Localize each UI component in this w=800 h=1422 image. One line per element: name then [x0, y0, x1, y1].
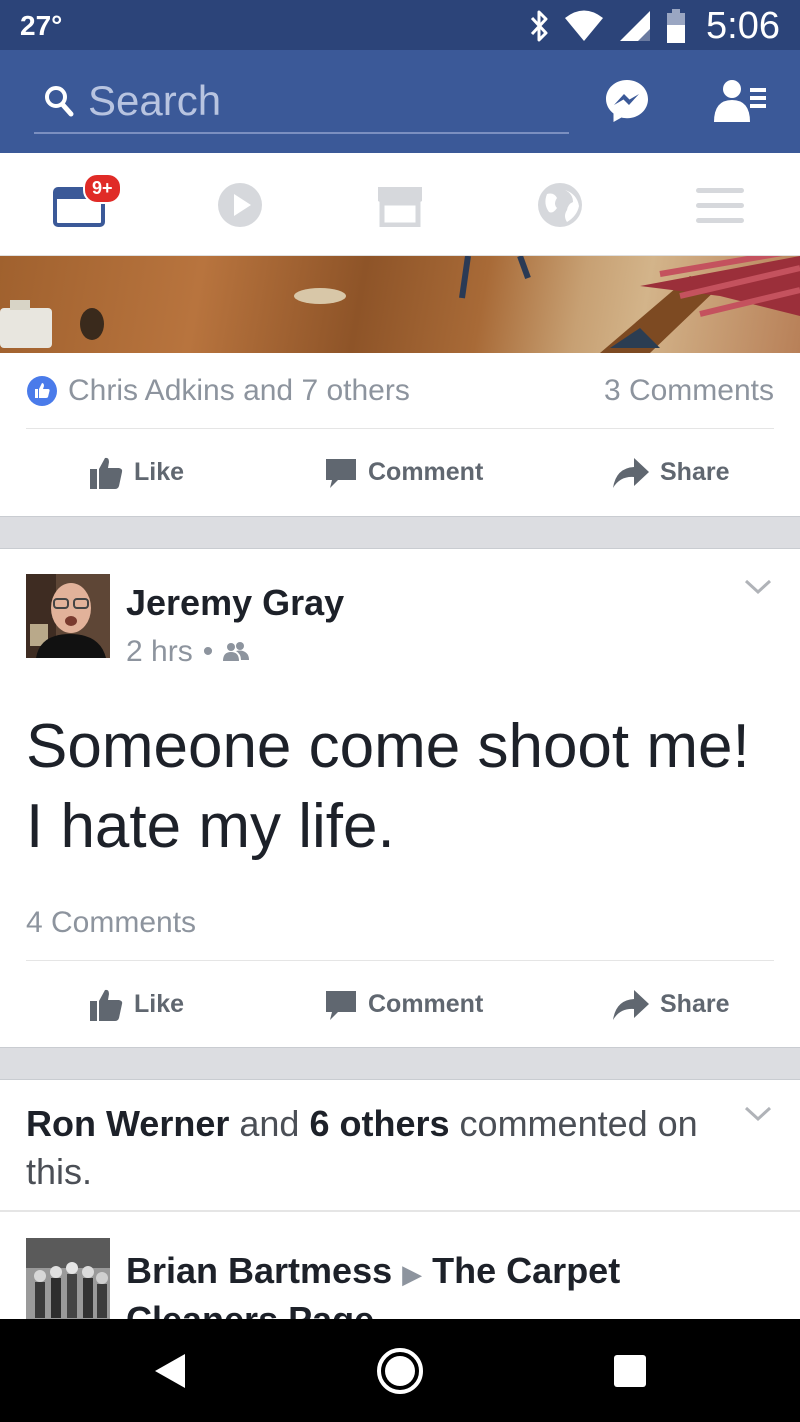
chevron-down-icon[interactable] [744, 1104, 772, 1124]
recents-square-icon [614, 1354, 646, 1387]
tab-video[interactable] [160, 153, 320, 256]
comments-count[interactable]: 3 Comments [604, 374, 774, 408]
avatar-image [26, 1238, 110, 1319]
reactions-summary[interactable]: Chris Adkins and 7 others [26, 374, 410, 408]
status-icons: 5:06 [528, 4, 780, 48]
post-meta: 4 Comments [26, 885, 774, 961]
like-label: Like [134, 990, 185, 1018]
author-name[interactable]: Jeremy Gray [126, 582, 344, 624]
thumbs-up-icon [90, 989, 123, 1021]
story-connector: and [239, 1103, 300, 1144]
like-button[interactable]: Like [88, 962, 184, 1047]
search-icon [45, 86, 74, 117]
author-avatar[interactable] [26, 574, 110, 658]
home-circle-icon [377, 1347, 423, 1394]
comment-button[interactable]: Comment [324, 962, 483, 1047]
reactions-text: Chris Adkins and 7 others [68, 373, 410, 407]
friend-requests-icon[interactable] [712, 78, 768, 124]
recents-button[interactable] [570, 1319, 690, 1422]
comment-label: Comment [368, 458, 484, 486]
friends-audience-icon [223, 642, 250, 661]
like-label: Like [134, 458, 185, 486]
post-actions: Like Comment Share [0, 430, 800, 515]
activity-story[interactable]: Ron Werner and 6 others commented on thi… [26, 1100, 716, 1196]
share-button[interactable]: Share [612, 430, 729, 515]
wifi-icon [565, 10, 604, 41]
share-arrow-icon [613, 457, 649, 488]
status-bar: 27° 5:06 [0, 0, 800, 50]
hamburger-menu-icon [696, 187, 744, 223]
back-triangle-icon [155, 1353, 185, 1388]
messenger-icon[interactable] [604, 78, 650, 124]
thumbs-up-icon [90, 457, 123, 489]
tab-marketplace[interactable] [320, 153, 480, 256]
search-bar[interactable] [34, 70, 569, 134]
dot-separator: • [202, 635, 214, 668]
comment-icon [326, 990, 356, 1020]
home-button[interactable] [340, 1319, 460, 1422]
marketplace-icon [378, 186, 422, 227]
back-button[interactable] [110, 1319, 230, 1422]
status-time: 5:06 [706, 4, 780, 47]
chevron-down-icon[interactable] [744, 577, 772, 597]
cell-signal-icon [620, 11, 651, 41]
avatar-image [26, 574, 110, 658]
like-button[interactable]: Like [88, 430, 184, 515]
comment-button[interactable]: Comment [324, 430, 483, 515]
others-count: 6 others [309, 1103, 450, 1144]
post-card-3: Ron Werner and 6 others commented on thi… [0, 1080, 800, 1319]
post-actions: Like Comment Share [0, 962, 800, 1047]
author-name[interactable]: Brian Bartmess [126, 1250, 392, 1291]
play-icon [218, 182, 262, 227]
feed-separator [0, 516, 800, 549]
tab-notifications[interactable] [480, 153, 640, 256]
feed-separator [0, 1047, 800, 1080]
post-photo[interactable] [0, 256, 800, 353]
globe-icon [538, 182, 582, 227]
share-label: Share [660, 990, 730, 1018]
like-reaction-icon [27, 375, 57, 406]
author-avatar[interactable] [26, 1238, 110, 1319]
system-nav-bar [0, 1319, 800, 1422]
story-divider [0, 1210, 800, 1212]
tab-bar: 9+ [0, 153, 800, 256]
post-meta: Chris Adkins and 7 others 3 Comments [26, 353, 774, 429]
notifications-badge: 9+ [83, 173, 122, 204]
tab-news-feed[interactable]: 9+ [0, 153, 160, 256]
comment-icon [326, 458, 356, 488]
share-button[interactable]: Share [612, 962, 729, 1047]
app-header [0, 50, 800, 153]
post-card-1: Chris Adkins and 7 others 3 Comments Lik… [0, 353, 800, 516]
tab-menu[interactable] [640, 153, 800, 256]
actor-name: Ron Werner [26, 1103, 230, 1144]
search-input[interactable] [88, 77, 548, 125]
comments-count[interactable]: 4 Comments [26, 906, 196, 940]
shared-post-header: Brian Bartmess ▶ The Carpet Cleaners Pag… [126, 1248, 706, 1319]
share-arrow-icon [613, 989, 649, 1020]
floor-photo-image [0, 256, 800, 353]
arrow-right-icon: ▶ [402, 1259, 423, 1289]
share-label: Share [660, 458, 730, 486]
post-text: Someone come shoot me! I hate my life. [26, 712, 750, 861]
post-timestamp: 2 hrs • [126, 635, 250, 669]
post-time-text: 2 hrs [126, 635, 193, 668]
status-temperature: 27° [20, 10, 63, 41]
post-card-2: Jeremy Gray 2 hrs • Someone come shoot m… [0, 549, 800, 1047]
battery-icon [667, 9, 686, 43]
comment-label: Comment [368, 990, 484, 1018]
bluetooth-icon [530, 10, 548, 42]
